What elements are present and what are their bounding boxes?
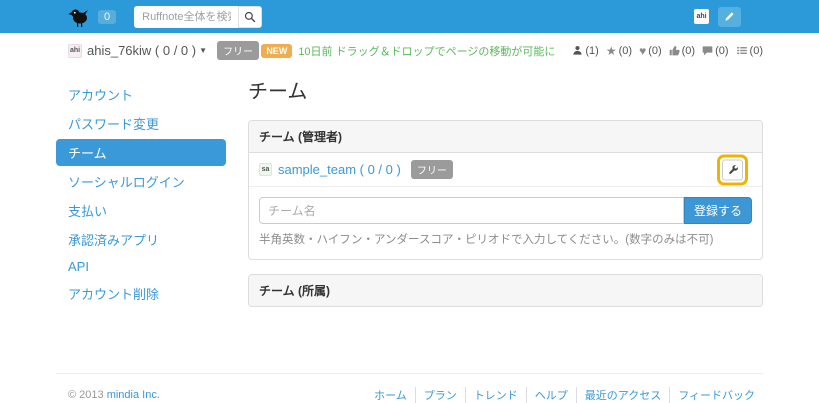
copyright: © 2013 mindia Inc. [68, 389, 160, 401]
notification-count-badge[interactable]: 0 [98, 10, 116, 24]
account-name: ahis_76kiw ( 0 / 0 ) [87, 43, 196, 58]
admin-teams-panel: チーム (管理者) sa sample_team ( 0 / 0 ) フリー 登… [248, 120, 763, 260]
team-plan-badge: フリー [411, 160, 453, 179]
team-row: sa sample_team ( 0 / 0 ) フリー [249, 153, 762, 187]
page-title: チーム [248, 75, 763, 104]
comments-count[interactable]: (0) [702, 45, 728, 57]
wrench-icon [727, 164, 739, 176]
sidebar-item-password[interactable]: パスワード変更 [56, 110, 226, 137]
team-name-input[interactable] [259, 197, 684, 224]
news-link[interactable]: 10日前 ドラッグ＆ドロップでページの移動が可能に [298, 43, 555, 59]
comment-icon [702, 45, 713, 56]
bird-icon [68, 6, 92, 28]
highlight-annotation [717, 154, 748, 185]
user-avatar[interactable]: ahi [694, 9, 709, 24]
list-icon [736, 45, 748, 56]
members-count-value: (1) [585, 45, 598, 57]
top-navbar: 0 ahi [0, 0, 819, 33]
main-content: チーム チーム (管理者) sa sample_team ( 0 / 0 ) フ… [248, 67, 763, 307]
heart-icon: ♥ [639, 44, 646, 58]
team-avatar: sa [259, 163, 272, 176]
pencil-icon [724, 11, 735, 22]
footer: © 2013 mindia Inc. ホーム プラン トレンド ヘルプ 最近のア… [56, 373, 763, 403]
likes-count[interactable]: ♥ (0) [639, 44, 662, 58]
likes-count-value: (0) [648, 45, 661, 57]
sidebar-item-social-login[interactable]: ソーシャルログイン [56, 168, 226, 195]
register-team-button[interactable]: 登録する [684, 197, 752, 224]
account-bar: ahi ahis_76kiw ( 0 / 0 ) ▼ フリー NEW 10日前 … [56, 33, 763, 67]
account-avatar: ahi [68, 44, 82, 58]
global-search [134, 6, 262, 28]
search-input[interactable] [134, 6, 238, 28]
create-team-form: 登録する 半角英数・ハイフン・アンダースコア・ピリオドで入力してください。(数字… [249, 187, 762, 259]
user-icon [572, 45, 583, 56]
team-name-help-text: 半角英数・ハイフン・アンダースコア・ピリオドで入力してください。(数字のみは不可… [259, 231, 752, 247]
ruffnote-bird-logo[interactable] [68, 5, 94, 29]
chevron-down-icon: ▼ [199, 46, 207, 55]
new-page-button[interactable] [718, 7, 741, 27]
plan-badge: フリー [217, 41, 259, 60]
pages-count-value: (0) [750, 45, 763, 57]
new-badge: NEW [261, 44, 292, 58]
sidebar-item-account[interactable]: アカウント [56, 81, 226, 108]
member-teams-panel: チーム (所属) [248, 274, 763, 307]
members-count[interactable]: (1) [572, 45, 598, 57]
member-teams-panel-header: チーム (所属) [249, 275, 762, 306]
sidebar-item-delete-account[interactable]: アカウント削除 [56, 280, 226, 307]
thumbs-up-count-value: (0) [682, 45, 695, 57]
sidebar-item-approved-apps[interactable]: 承認済みアプリ [56, 226, 226, 253]
search-icon [244, 11, 256, 23]
stars-count-value: (0) [619, 45, 632, 57]
thumbs-up-count[interactable]: (0) [669, 45, 695, 57]
admin-teams-panel-header: チーム (管理者) [249, 121, 762, 153]
sidebar-item-payment[interactable]: 支払い [56, 197, 226, 224]
team-name-link[interactable]: sample_team ( 0 / 0 ) [278, 162, 401, 177]
copyright-text: © 2013 [68, 389, 107, 401]
team-settings-button[interactable] [722, 159, 743, 180]
sidebar-item-team[interactable]: チーム [56, 139, 226, 166]
account-switcher[interactable]: ahi ahis_76kiw ( 0 / 0 ) ▼ [68, 43, 207, 58]
sidebar-item-api[interactable]: API [56, 255, 226, 278]
thumbs-up-icon [669, 45, 680, 56]
stars-count[interactable]: ★ (0) [606, 44, 632, 58]
settings-sidebar: アカウント パスワード変更 チーム ソーシャルログイン 支払い 承認済みアプリ … [56, 67, 226, 309]
pages-count[interactable]: (0) [736, 45, 763, 57]
mindia-link[interactable]: mindia Inc. [107, 389, 160, 401]
star-icon: ★ [606, 44, 617, 58]
comments-count-value: (0) [715, 45, 728, 57]
search-button[interactable] [238, 6, 262, 28]
